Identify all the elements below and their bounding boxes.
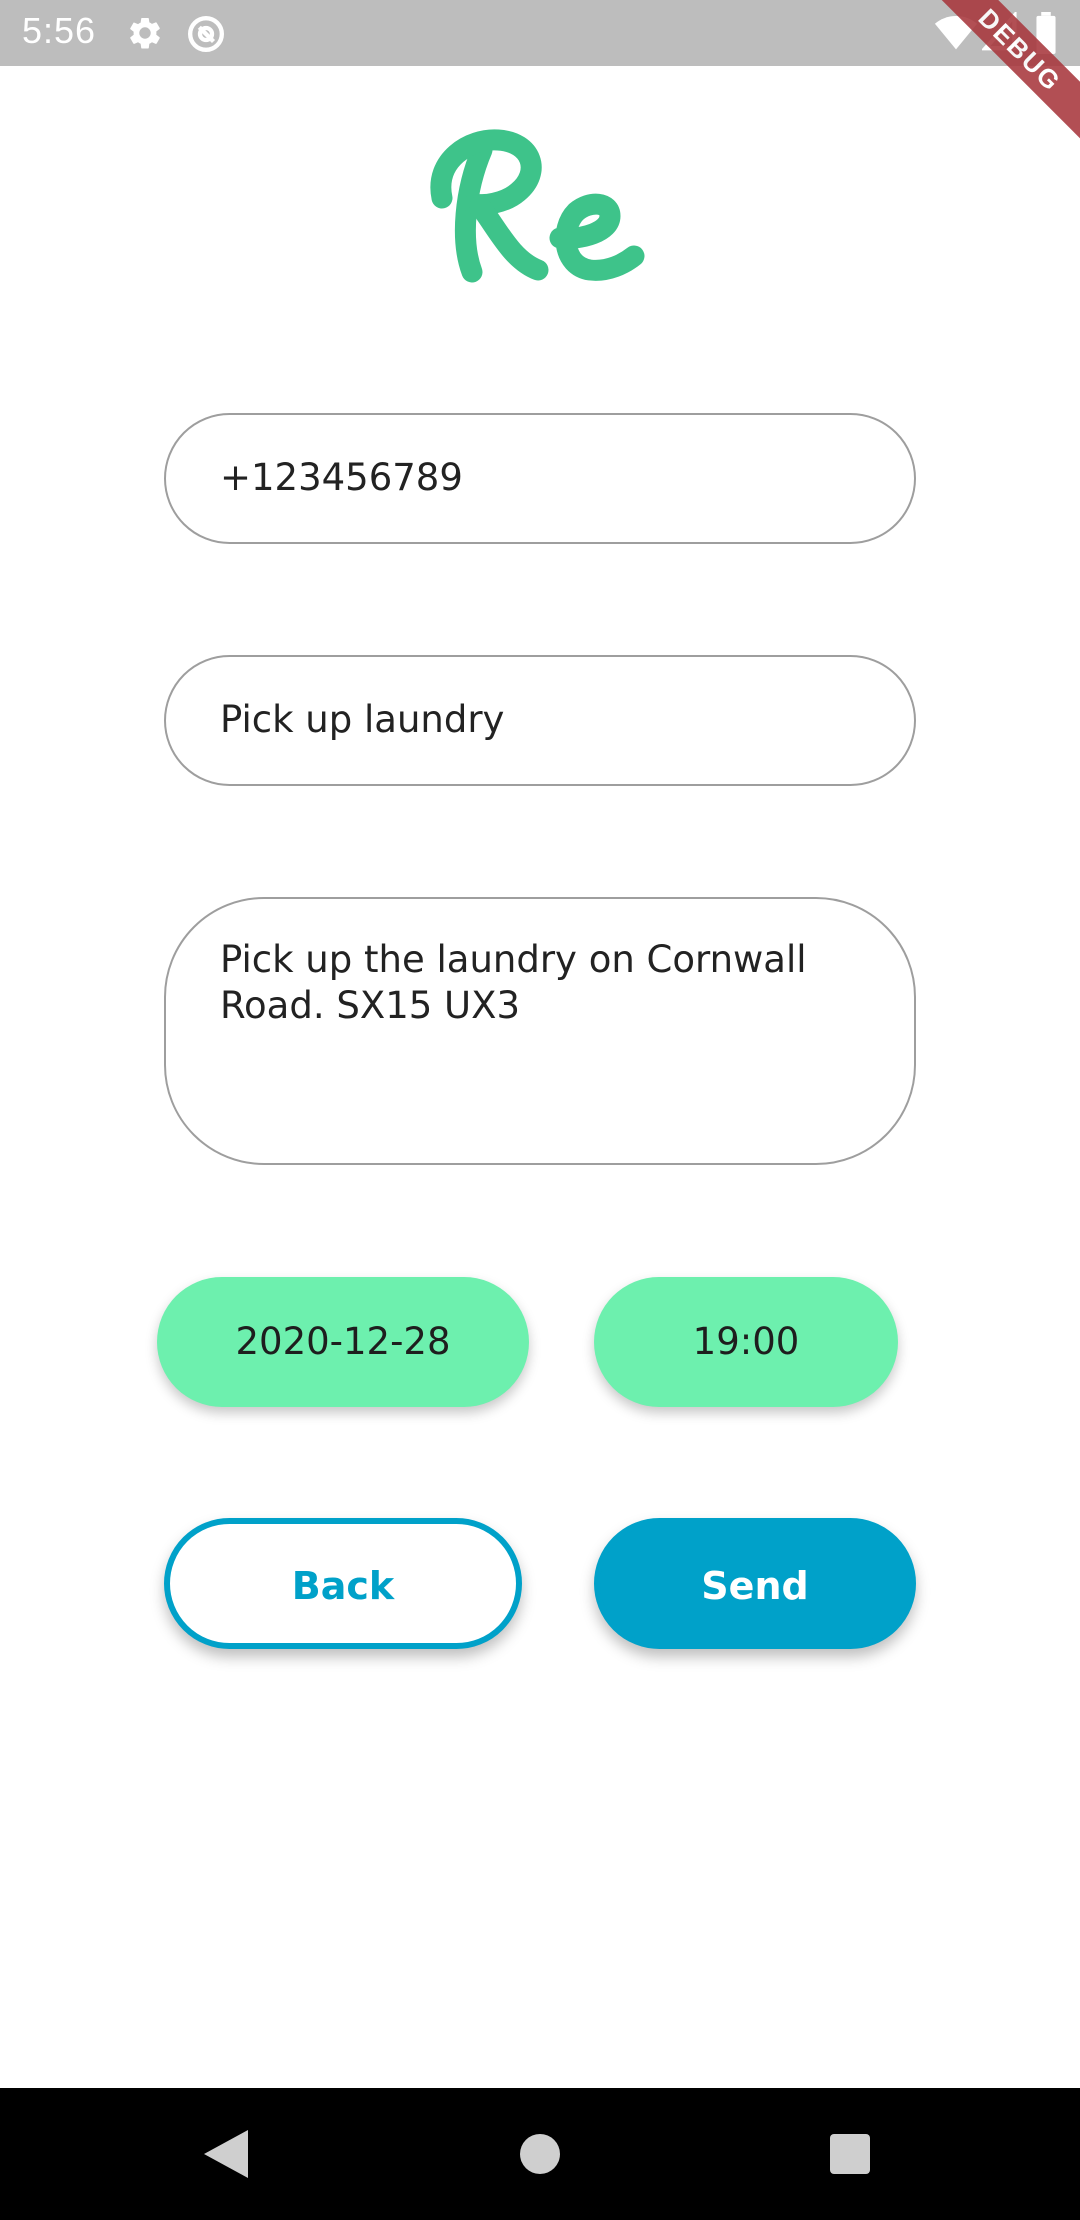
app-logo [420,120,660,290]
back-triangle-icon[interactable] [200,2126,252,2186]
status-bar: 5:56 [0,0,1080,66]
time-picker-button[interactable]: 19:00 [594,1277,898,1407]
date-picker-button[interactable]: 2020-12-28 [157,1277,529,1407]
phone-number-field[interactable]: +123456789 [164,413,916,544]
back-button[interactable]: Back [164,1518,522,1649]
navigation-bar [0,2088,1080,2220]
send-button[interactable]: Send [594,1518,916,1649]
status-time: 5:56 [22,10,97,51]
at-sign-icon [186,14,226,58]
task-title-field[interactable]: Pick up laundry [164,655,916,786]
home-circle-icon[interactable] [518,2126,562,2186]
task-description-field[interactable]: Pick up the laundry on Cornwall Road. SX… [164,897,916,1165]
recents-square-icon[interactable] [828,2126,872,2186]
settings-icon [126,14,164,56]
